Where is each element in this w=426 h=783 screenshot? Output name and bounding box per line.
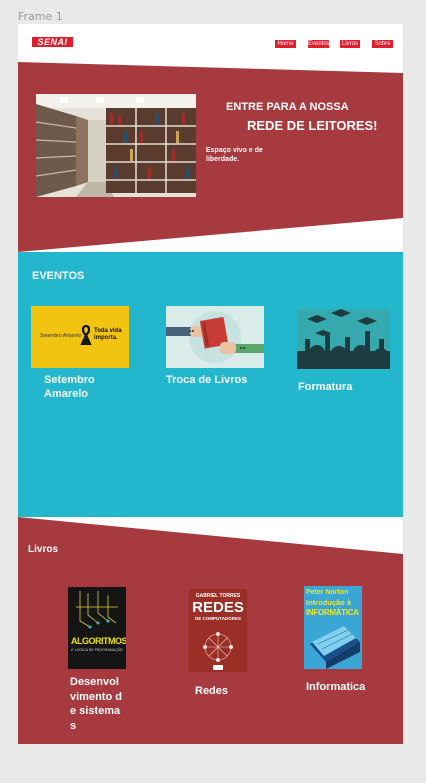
book-cover-informatica[interactable]: Peter Norton Introdução à INFORMÁTICA — [304, 586, 362, 669]
troca-de-livros-image[interactable] — [166, 306, 264, 368]
cover-subtitle: E LÓGICA DE PROGRAMAÇÃO — [71, 648, 123, 652]
banner-small-text: Setembro Amarelo — [40, 333, 82, 339]
livros-title: Livros — [28, 544, 59, 555]
event-label-formatura[interactable]: Formatura — [298, 380, 378, 394]
eventos-title: EVENTOS — [32, 270, 85, 282]
book-label-redes[interactable]: Redes — [195, 684, 255, 699]
ribbon-icon — [80, 325, 92, 345]
book-label-desenvolvimento[interactable]: Desenvolvimento de sistemas — [70, 675, 122, 733]
event-label-troca[interactable]: Troca de Livros — [166, 373, 266, 387]
formatura-image[interactable] — [297, 309, 390, 369]
book-cover-redes[interactable]: GABRIEL TORRES REDES DE COMPUTADORES — [189, 589, 247, 672]
frame-label: Frame 1 — [18, 10, 63, 23]
page-frame: SENAI Home Eventos Livros Sobre ENTRE PA… — [18, 24, 403, 744]
hero-title-line2: REDE DE LEITORES! — [247, 118, 378, 133]
cover-title: ALGORITMOS — [71, 636, 126, 646]
library-bookshelves-image — [36, 94, 196, 197]
hero-title-line1: ENTRE PARA A NOSSA — [226, 101, 349, 113]
setembro-amarelo-banner[interactable]: Setembro Amarelo Toda vida importa. — [31, 306, 129, 368]
banner-big-text: Toda vida importa. — [94, 328, 122, 341]
book-cover-algoritmos[interactable]: ALGORITMOS E LÓGICA DE PROGRAMAÇÃO — [68, 587, 126, 669]
hero-subtitle: Espaço vivo e de liberdade. — [206, 147, 263, 163]
book-label-informatica[interactable]: Informatica — [306, 680, 386, 695]
event-label-setembro[interactable]: Setembro Amarelo — [44, 373, 124, 401]
